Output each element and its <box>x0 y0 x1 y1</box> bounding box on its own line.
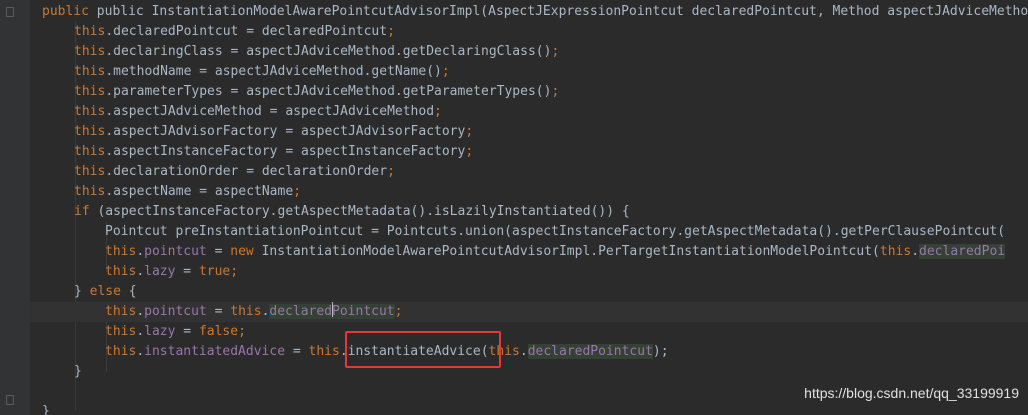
code-line: this.declarationOrder = declarationOrder… <box>74 164 395 179</box>
code-line: } <box>42 404 50 415</box>
fold-marker-icon[interactable] <box>6 7 14 17</box>
highlight-annotation-box <box>345 331 501 368</box>
code-line: Pointcut preInstantiationPointcut = Poin… <box>105 224 1006 239</box>
code-line: this.aspectJAdvisorFactory = aspectJAdvi… <box>74 124 474 139</box>
code-line: this.aspectName = aspectName; <box>74 184 301 199</box>
code-line: this.parameterTypes = aspectJAdviceMetho… <box>74 84 560 99</box>
editor-gutter <box>0 0 30 415</box>
code-line: this.aspectJAdviceMethod = aspectJAdvice… <box>74 104 442 119</box>
current-code-line: this.pointcut = this.declaredPointcut; <box>30 302 1028 322</box>
code-line: this.aspectInstanceFactory = aspectInsta… <box>74 144 474 159</box>
code-line: } else { <box>74 284 137 299</box>
code-line: this.methodName = aspectJAdviceMethod.ge… <box>74 64 450 79</box>
code-line: if (aspectInstanceFactory.getAspectMetad… <box>74 204 630 219</box>
code-line: this.pointcut = new InstantiationModelAw… <box>105 244 1006 259</box>
code-line: } <box>74 364 82 379</box>
code-line: this.lazy = false; <box>105 324 246 339</box>
code-line: this.declaringClass = aspectJAdviceMetho… <box>74 44 560 59</box>
fold-marker-icon[interactable] <box>6 395 14 405</box>
code-editor[interactable]: public public InstantiationModelAwarePoi… <box>30 0 1028 415</box>
watermark: https://blog.csdn.net/qq_33199919 <box>804 385 1019 401</box>
code-line: this.lazy = true; <box>105 264 239 279</box>
code-line: this.instantiatedAdvice = this.instantia… <box>105 344 669 359</box>
code-line: this.declaredPointcut = declaredPointcut… <box>74 24 395 39</box>
code-line: public public InstantiationModelAwarePoi… <box>42 4 1028 19</box>
